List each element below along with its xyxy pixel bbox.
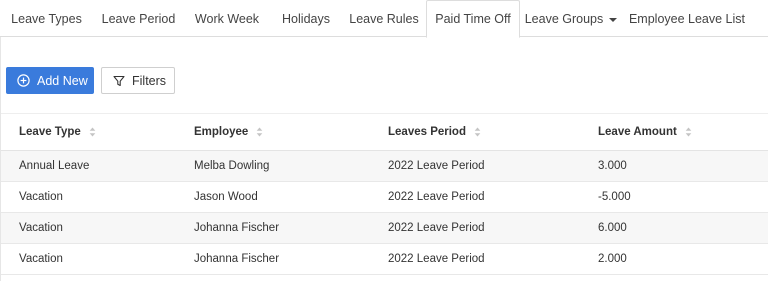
column-header-employee[interactable]: Employee [194,126,263,138]
column-label: Leave Amount [598,126,677,138]
add-new-label: Add New [37,73,88,88]
sort-icon [89,127,96,137]
cell-leaves-period: 2022 Leave Period [388,222,485,234]
plus-circle-icon [17,74,30,87]
tab-work-week[interactable]: Work Week [184,0,270,37]
sort-icon [685,127,692,137]
tab-paid-time-off[interactable]: Paid Time Off [426,0,520,38]
paid-time-off-table: Leave Type Employee Leaves Period Leave … [1,113,768,275]
cell-leaves-period: 2022 Leave Period [388,253,485,265]
sort-icon [474,127,481,137]
cell-employee: Johanna Fischer [194,222,280,234]
cell-leave-amount: 2.000 [598,253,627,265]
cell-employee: Johanna Fischer [194,253,280,265]
sort-icon [256,127,263,137]
table-row[interactable]: Vacation Jason Wood 2022 Leave Period -5… [1,182,768,213]
cell-employee: Jason Wood [194,191,258,203]
column-label: Leave Type [19,126,81,138]
column-header-leaves-period[interactable]: Leaves Period [388,126,481,138]
caret-down-icon [609,17,618,22]
cell-leaves-period: 2022 Leave Period [388,191,485,203]
column-label: Leaves Period [388,126,466,138]
tab-bar: Leave Types Leave Period Work Week Holid… [0,0,768,38]
tab-label: Leave Period [101,11,176,26]
table-row[interactable]: Vacation Johanna Fischer 2022 Leave Peri… [1,213,768,244]
cell-leave-type: Vacation [19,253,63,265]
tab-leave-groups[interactable]: Leave Groups [520,0,622,37]
column-header-leave-type[interactable]: Leave Type [19,126,96,138]
tab-label: Paid Time Off [435,12,511,26]
tab-label: Work Week [194,11,260,26]
tab-label: Leave Groups [524,11,604,26]
tab-leave-types[interactable]: Leave Types [0,0,93,37]
funnel-icon [113,75,125,87]
table-header: Leave Type Employee Leaves Period Leave … [1,113,768,151]
cell-leave-amount: 3.000 [598,160,627,172]
tab-leave-rules[interactable]: Leave Rules [342,0,426,37]
tab-label: Employee Leave List [628,11,746,26]
cell-leave-type: Vacation [19,222,63,234]
cell-leaves-period: 2022 Leave Period [388,160,485,172]
content-panel: Add New Filters Leave Type Employee Leav… [0,37,768,281]
filters-button[interactable]: Filters [101,67,175,94]
table-row[interactable]: Vacation Johanna Fischer 2022 Leave Peri… [1,244,768,275]
column-header-leave-amount[interactable]: Leave Amount [598,126,692,138]
cell-leave-amount: -5.000 [598,191,631,203]
tab-label: Holidays [282,11,330,26]
add-new-button[interactable]: Add New [6,67,94,94]
cell-employee: Melba Dowling [194,160,270,172]
cell-leave-type: Vacation [19,191,63,203]
column-label: Employee [194,126,249,138]
tab-leave-period[interactable]: Leave Period [93,0,184,37]
tab-label: Leave Rules [349,11,419,26]
tab-employee-leave-list[interactable]: Employee Leave List [622,0,752,37]
tab-label: Leave Types [11,11,82,26]
table-row[interactable]: Annual Leave Melba Dowling 2022 Leave Pe… [1,151,768,182]
tab-holidays[interactable]: Holidays [270,0,342,37]
cell-leave-amount: 6.000 [598,222,627,234]
cell-leave-type: Annual Leave [19,160,90,172]
filters-label: Filters [132,73,167,88]
